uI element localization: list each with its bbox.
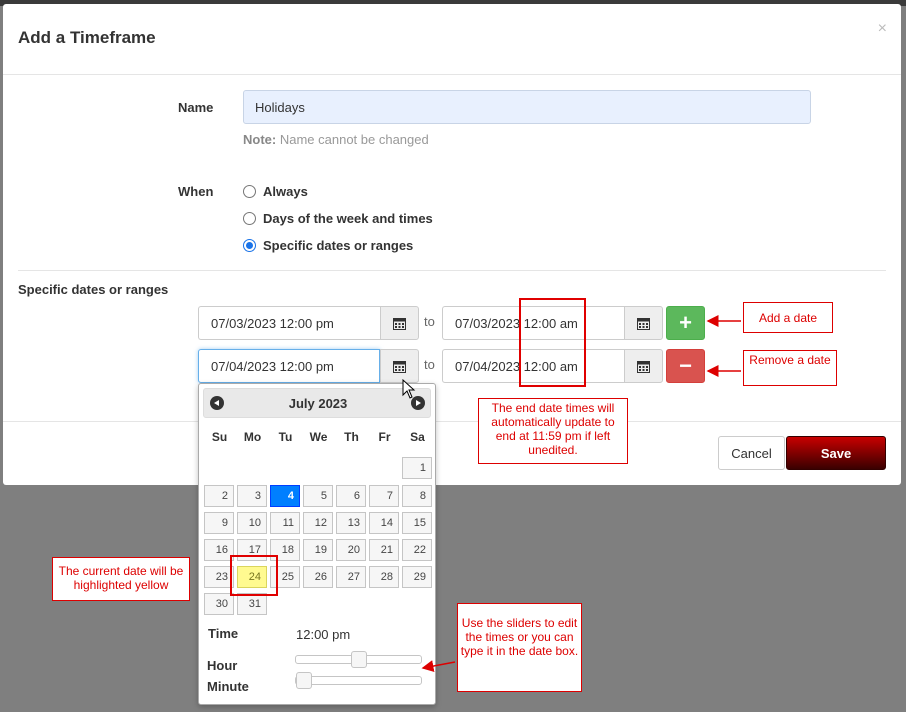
annotation-arrows <box>421 315 741 672</box>
mouse-cursor-icon <box>402 379 416 399</box>
arrow-sliders <box>421 660 456 672</box>
